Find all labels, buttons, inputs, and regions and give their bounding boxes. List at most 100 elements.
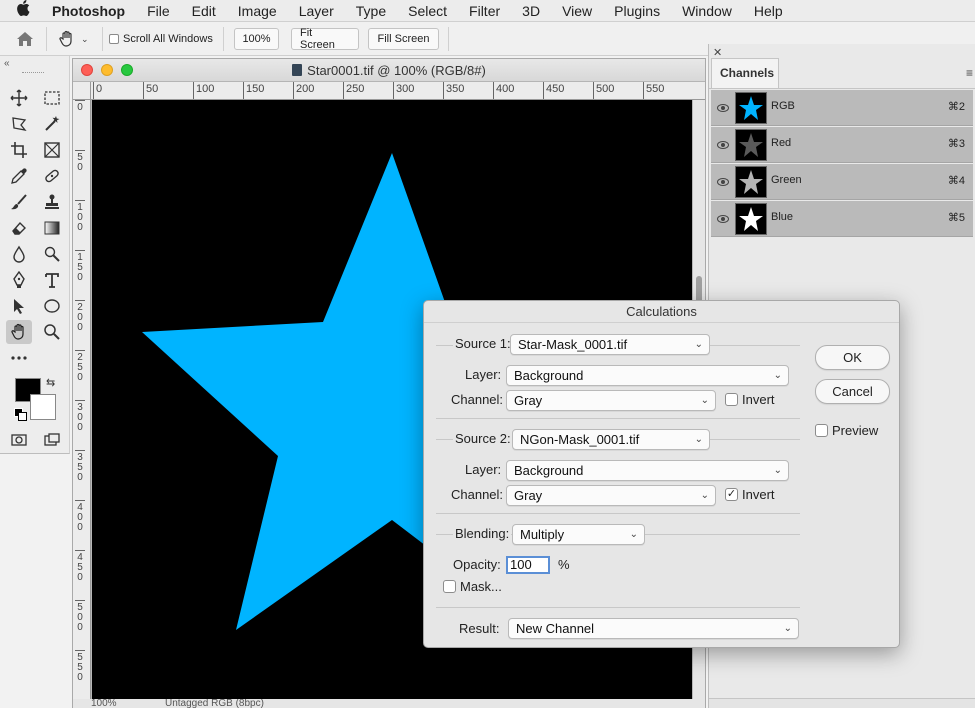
- eye-icon[interactable]: [717, 141, 729, 149]
- magic-wand-tool-icon[interactable]: [39, 112, 65, 136]
- menu-view[interactable]: View: [551, 0, 603, 22]
- cancel-button[interactable]: Cancel: [815, 379, 890, 404]
- ruler-h-label: 150: [243, 82, 264, 99]
- ruler-origin[interactable]: [73, 82, 91, 100]
- source1-invert-checkbox[interactable]: [725, 393, 738, 406]
- stamp-tool-icon[interactable]: [39, 190, 65, 214]
- source2-select[interactable]: NGon-Mask_0001.tif ⌄: [512, 429, 710, 450]
- chevron-down-icon: ⌄: [629, 529, 638, 540]
- menu-3d[interactable]: 3D: [511, 0, 551, 22]
- ellipse-tool-icon[interactable]: [39, 294, 65, 318]
- eyedropper-tool-icon[interactable]: [6, 164, 32, 188]
- panel-grip[interactable]: [22, 72, 44, 74]
- eye-icon[interactable]: [717, 215, 729, 223]
- ruler-h-label: 0: [93, 82, 102, 99]
- background-color-swatch[interactable]: [30, 394, 56, 420]
- source2-label: Source 2:: [453, 431, 513, 446]
- channel-row-green[interactable]: Green ⌘4: [711, 164, 973, 200]
- status-zoom[interactable]: 100%: [91, 699, 117, 708]
- screen-mode-icon[interactable]: [39, 428, 65, 452]
- chevron-down-icon: ⌄: [783, 623, 792, 634]
- channel-name: RGB: [771, 100, 795, 112]
- pen-tool-icon[interactable]: [6, 268, 32, 292]
- menu-app-photoshop[interactable]: Photoshop: [46, 0, 136, 22]
- source1-layer-select[interactable]: Background ⌄: [506, 365, 789, 386]
- eraser-tool-icon[interactable]: [6, 216, 32, 240]
- ruler-h-label: 100: [193, 82, 214, 99]
- menu-select[interactable]: Select: [397, 0, 458, 22]
- vertical-ruler[interactable]: 0 5 0 1 0 0 1 5 0 2 0 0 2 5 0 3 0 0 3 5 …: [73, 100, 91, 700]
- zoom-tool-icon[interactable]: [39, 320, 65, 344]
- dodge-tool-icon[interactable]: [39, 242, 65, 266]
- mask-checkbox[interactable]: [443, 580, 456, 593]
- checkbox-box[interactable]: [109, 34, 119, 44]
- preview-label: Preview: [832, 423, 879, 438]
- thumb-star: [739, 133, 763, 157]
- tab-channels[interactable]: Channels: [711, 58, 779, 88]
- eye-icon[interactable]: [717, 104, 729, 112]
- source1-label: Source 1:: [453, 336, 513, 351]
- path-selection-tool-icon[interactable]: [6, 294, 32, 318]
- document-titlebar[interactable]: Star0001.tif @ 100% (RGB/8#): [73, 59, 705, 82]
- blending-select[interactable]: Multiply ⌄: [512, 524, 645, 545]
- menu-type[interactable]: Type: [345, 0, 397, 22]
- menu-filter[interactable]: Filter: [458, 0, 511, 22]
- channel-shortcut: ⌘5: [947, 212, 965, 224]
- menu-plugins[interactable]: Plugins: [603, 0, 671, 22]
- source1-layer-value: Background: [514, 368, 584, 383]
- move-tool-icon[interactable]: [6, 86, 32, 110]
- menu-file[interactable]: File: [136, 0, 181, 22]
- gradient-tool-icon[interactable]: [39, 216, 65, 240]
- document-title: Star0001.tif @ 100% (RGB/8#): [73, 59, 705, 82]
- lasso-tool-icon[interactable]: [6, 112, 32, 136]
- menu-layer[interactable]: Layer: [288, 0, 345, 22]
- menu-window[interactable]: Window: [671, 0, 743, 22]
- home-icon[interactable]: [16, 28, 34, 50]
- swap-colors-icon[interactable]: ⇆: [46, 376, 55, 389]
- blur-tool-icon[interactable]: [6, 242, 32, 266]
- preview-checkbox[interactable]: [815, 424, 828, 437]
- panel-menu-icon[interactable]: ≡: [966, 66, 973, 80]
- source1-select[interactable]: Star-Mask_0001.tif ⌄: [510, 334, 710, 355]
- ok-button[interactable]: OK: [815, 345, 890, 370]
- channel-row-blue[interactable]: Blue ⌘5: [711, 201, 973, 237]
- type-tool-icon[interactable]: [39, 268, 65, 292]
- ruler-v-label: 3 0 0: [75, 400, 85, 433]
- brush-tool-icon[interactable]: [6, 190, 32, 214]
- more-tools-icon[interactable]: [6, 346, 32, 370]
- crop-tool-icon[interactable]: [6, 138, 32, 162]
- channel-thumbnail: [735, 166, 767, 198]
- collapse-icon[interactable]: «: [4, 58, 10, 69]
- zoom-100-button[interactable]: 100%: [234, 28, 279, 50]
- opacity-input[interactable]: 100: [506, 556, 550, 574]
- fill-screen-button[interactable]: Fill Screen: [368, 28, 439, 50]
- menu-image[interactable]: Image: [227, 0, 288, 22]
- ruler-h-label: 450: [543, 82, 564, 99]
- menu-bar: Photoshop File Edit Image Layer Type Sel…: [0, 0, 975, 22]
- menu-edit[interactable]: Edit: [181, 0, 227, 22]
- hand-tool-preset-icon[interactable]: ⌄: [58, 28, 89, 50]
- scroll-all-windows-checkbox[interactable]: Scroll All Windows: [109, 28, 213, 50]
- quick-mask-icon[interactable]: [6, 428, 32, 452]
- source2-layer-select[interactable]: Background ⌄: [506, 460, 789, 481]
- source2-channel-select[interactable]: Gray ⌄: [506, 485, 716, 506]
- source1-channel-select[interactable]: Gray ⌄: [506, 390, 716, 411]
- healing-brush-tool-icon[interactable]: [39, 164, 65, 188]
- channel-row-rgb[interactable]: RGB ⌘2: [711, 90, 973, 126]
- scroll-all-windows-label: Scroll All Windows: [123, 33, 213, 45]
- eye-icon[interactable]: [717, 178, 729, 186]
- source2-invert-checkbox[interactable]: ✓: [725, 488, 738, 501]
- frame-tool-icon[interactable]: [39, 138, 65, 162]
- opacity-label: Opacity:: [453, 557, 501, 572]
- hand-tool-icon[interactable]: [6, 320, 32, 344]
- channel-thumbnail: [735, 129, 767, 161]
- marquee-tool-icon[interactable]: [39, 86, 65, 110]
- default-colors-icon[interactable]: [14, 408, 27, 421]
- fit-screen-button[interactable]: Fit Screen: [291, 27, 359, 51]
- apple-icon[interactable]: [0, 0, 46, 21]
- menu-help[interactable]: Help: [743, 0, 794, 22]
- result-select[interactable]: New Channel ⌄: [508, 618, 799, 639]
- channel-row-red[interactable]: Red ⌘3: [711, 127, 973, 163]
- mask-label[interactable]: Mask...: [460, 579, 502, 594]
- horizontal-ruler[interactable]: 0 50 100 150 200 250 300 350 400 450 500…: [91, 82, 705, 100]
